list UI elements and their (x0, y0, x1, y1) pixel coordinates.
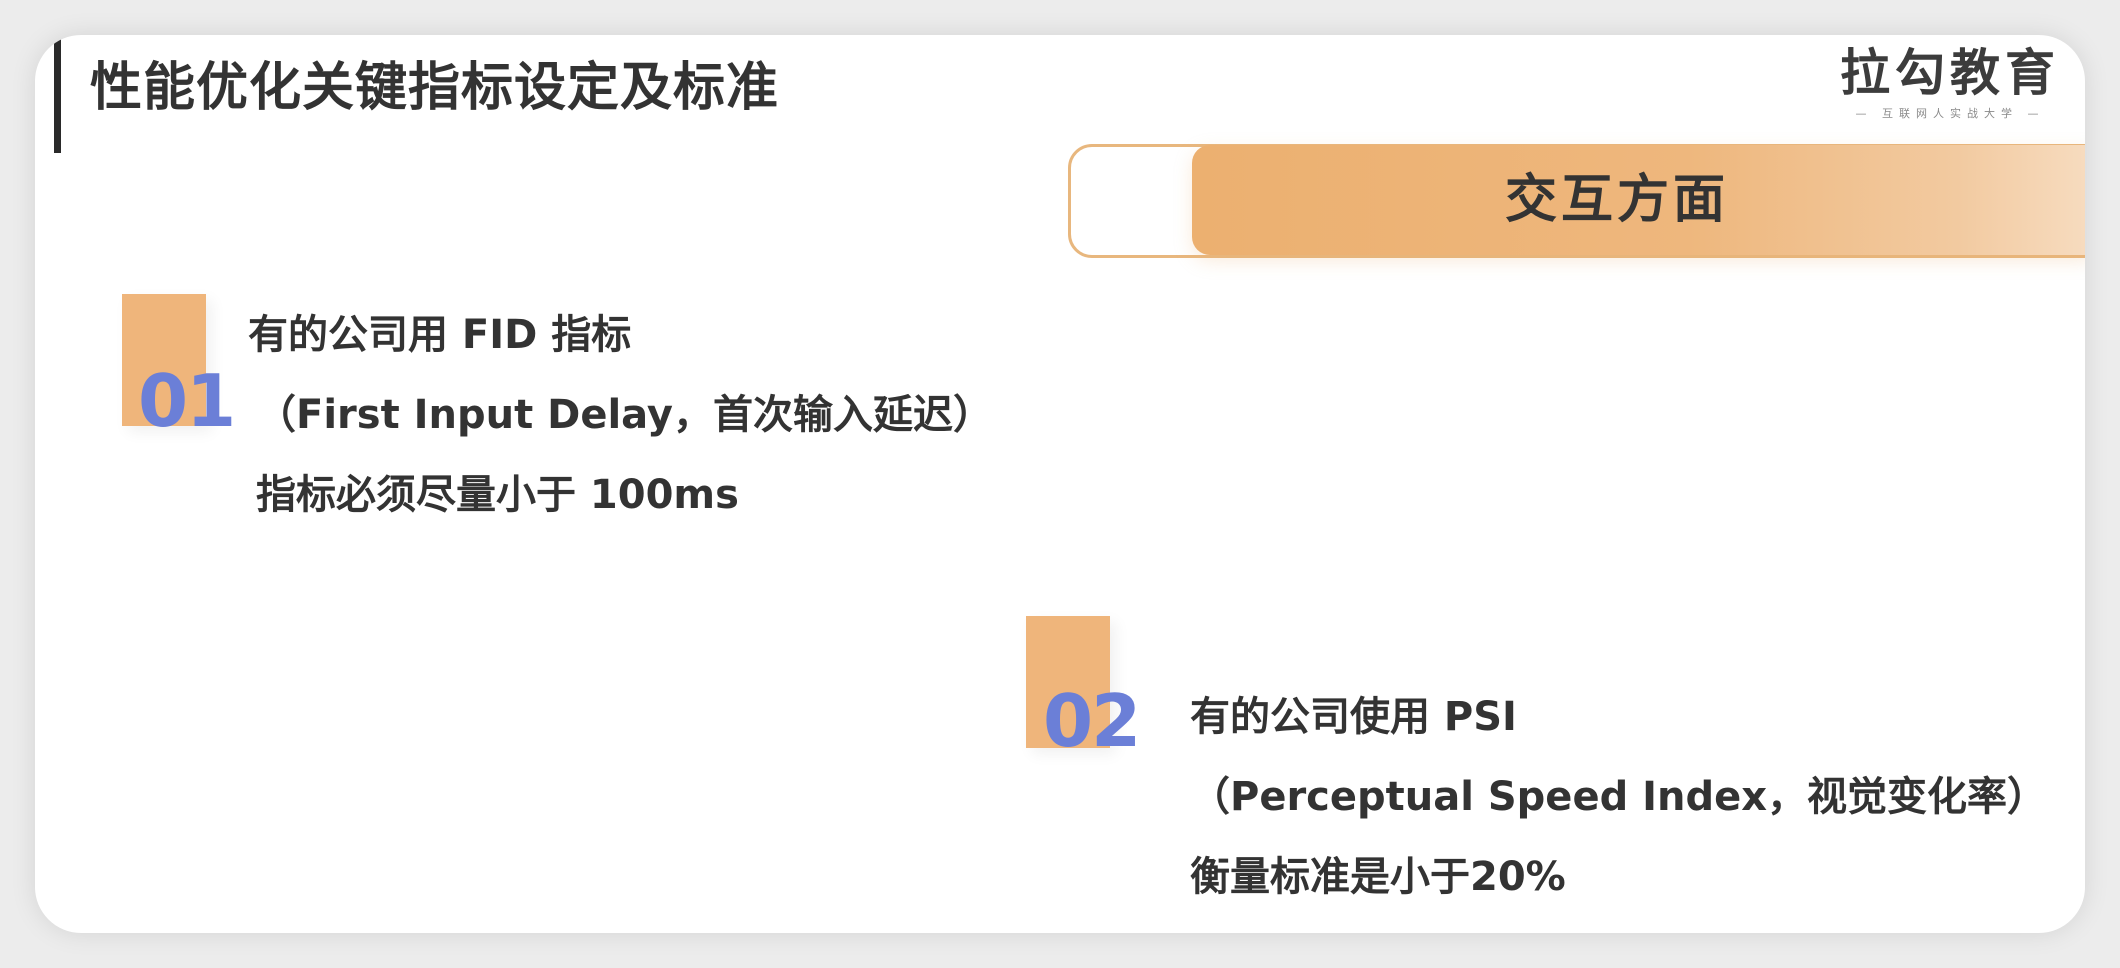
point-text-line: 衡量标准是小于20% (1190, 854, 1566, 900)
slide-frame: 性能优化关键指标设定及标准 拉勾教育 — 互联网人实战大学 — 交互方面 01 … (0, 0, 2120, 968)
point-text-line: 有的公司用 FID 指标 (248, 312, 632, 358)
point-text-line: 有的公司使用 PSI (1190, 694, 1517, 740)
point-text-line: 指标必须尽量小于 100ms (256, 472, 739, 518)
point-text-line: （First Input Delay，首次输入延迟） (256, 392, 994, 438)
point-number: 02 (1043, 679, 1141, 763)
slide-card: 性能优化关键指标设定及标准 拉勾教育 — 互联网人实战大学 — 交互方面 01 … (35, 35, 2085, 933)
logo-tagline: — 互联网人实战大学 — (1855, 107, 2045, 120)
brand-logo: 拉勾教育 — 互联网人实战大学 — (1830, 43, 2070, 121)
title-accent-bar (54, 39, 61, 153)
point-text-line: （Perceptual Speed Index，视觉变化率） (1190, 774, 2048, 820)
logo-name: 拉勾教育 (1840, 44, 2060, 102)
section-banner-label: 交互方面 (1504, 170, 1729, 230)
point-number: 01 (138, 359, 236, 443)
page-title: 性能优化关键指标设定及标准 (90, 58, 780, 118)
